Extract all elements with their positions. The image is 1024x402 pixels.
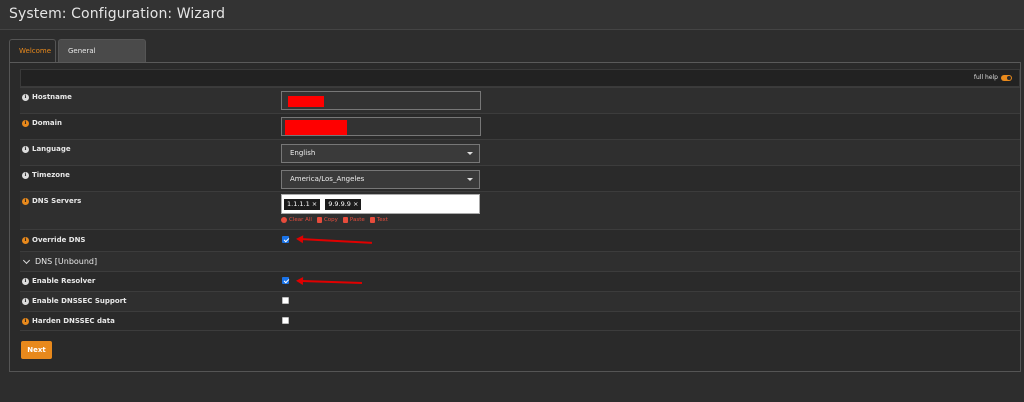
- clear-all-button[interactable]: Clear All: [281, 217, 312, 223]
- row-override-dns: i Override DNS: [20, 229, 1020, 251]
- info-icon[interactable]: i: [22, 236, 29, 244]
- info-icon[interactable]: i: [22, 277, 29, 285]
- dns-tag[interactable]: 9.9.9.9 ×: [325, 199, 362, 210]
- timezone-label: i Timezone: [22, 171, 70, 179]
- dns-tag[interactable]: 1.1.1.1 ×: [284, 199, 321, 210]
- chevron-down-icon: [22, 256, 31, 264]
- enable-dnssec-label: i Enable DNSSEC Support: [22, 297, 127, 305]
- info-icon[interactable]: i: [22, 145, 29, 153]
- wizard-panel: full help i Hostname i Domain i Language…: [9, 62, 1021, 372]
- text-button[interactable]: Text: [369, 217, 388, 223]
- tab-welcome[interactable]: Welcome: [9, 39, 56, 63]
- info-icon[interactable]: i: [22, 297, 29, 305]
- copy-button[interactable]: Copy: [316, 217, 338, 223]
- row-hostname: i Hostname: [20, 87, 1020, 113]
- remove-tag-icon[interactable]: ×: [353, 199, 358, 210]
- paste-button[interactable]: Paste: [342, 217, 365, 223]
- info-icon[interactable]: i: [22, 119, 29, 127]
- override-dns-label: i Override DNS: [22, 236, 85, 244]
- page-header: System: Configuration: Wizard: [0, 0, 1024, 30]
- tab-bar: Welcome General Information: [9, 39, 148, 77]
- row-domain: i Domain: [20, 113, 1020, 139]
- row-language: i Language English: [20, 139, 1020, 165]
- row-dns-servers: i DNS Servers 1.1.1.1 × 9.9.9.9 × Clear Al…: [20, 191, 1020, 229]
- info-icon[interactable]: i: [22, 171, 29, 179]
- enable-resolver-checkbox[interactable]: [282, 277, 289, 284]
- full-help-toggle[interactable]: full help: [974, 74, 1012, 81]
- info-icon[interactable]: i: [22, 197, 29, 205]
- clear-icon: [281, 217, 287, 223]
- full-help-label: full help: [973, 74, 998, 81]
- row-enable-resolver: i Enable Resolver: [20, 271, 1020, 291]
- language-label: i Language: [22, 145, 71, 153]
- remove-tag-icon[interactable]: ×: [312, 199, 317, 210]
- row-timezone: i Timezone America/Los_Angeles: [20, 165, 1020, 191]
- toggle-icon[interactable]: [1001, 74, 1012, 81]
- help-bar: full help: [20, 69, 1020, 87]
- redaction-box: [285, 120, 347, 135]
- form-table: full help i Hostname i Domain i Language…: [20, 69, 1020, 331]
- dns-tag-actions: Clear All Copy Paste Text: [281, 217, 388, 223]
- page-title: System: Configuration: Wizard: [9, 6, 226, 22]
- annotation-arrow: [301, 279, 363, 285]
- timezone-select[interactable]: America/Los_Angeles: [281, 170, 480, 189]
- chevron-down-icon: [467, 178, 473, 181]
- redaction-box: [288, 96, 324, 107]
- section-dns-unbound[interactable]: DNS [Unbound]: [20, 251, 1020, 271]
- row-enable-dnssec: i Enable DNSSEC Support: [20, 291, 1020, 311]
- harden-dnssec-checkbox[interactable]: [282, 317, 289, 324]
- enable-resolver-label: i Enable Resolver: [22, 277, 95, 285]
- hostname-label: i Hostname: [22, 93, 72, 101]
- language-select[interactable]: English: [281, 144, 480, 163]
- info-icon[interactable]: i: [22, 317, 29, 325]
- harden-dnssec-label: i Harden DNSSEC data: [22, 317, 115, 325]
- tab-general-information[interactable]: General Information: [58, 39, 146, 77]
- dns-servers-label: i DNS Servers: [22, 197, 81, 205]
- file-text-icon: [369, 217, 375, 223]
- chevron-down-icon: [467, 152, 473, 155]
- override-dns-checkbox[interactable]: [282, 236, 289, 243]
- section-header[interactable]: DNS [Unbound]: [22, 256, 97, 266]
- domain-input[interactable]: [281, 117, 481, 136]
- paste-icon: [342, 217, 348, 223]
- info-icon[interactable]: i: [22, 93, 29, 101]
- dns-servers-input[interactable]: 1.1.1.1 × 9.9.9.9 ×: [281, 194, 480, 214]
- next-button[interactable]: Next: [21, 341, 52, 359]
- hostname-input[interactable]: [281, 91, 481, 110]
- enable-dnssec-checkbox[interactable]: [282, 297, 289, 304]
- domain-label: i Domain: [22, 119, 62, 127]
- copy-icon: [316, 217, 322, 223]
- annotation-arrow: [301, 238, 373, 244]
- row-harden-dnssec: i Harden DNSSEC data: [20, 311, 1020, 331]
